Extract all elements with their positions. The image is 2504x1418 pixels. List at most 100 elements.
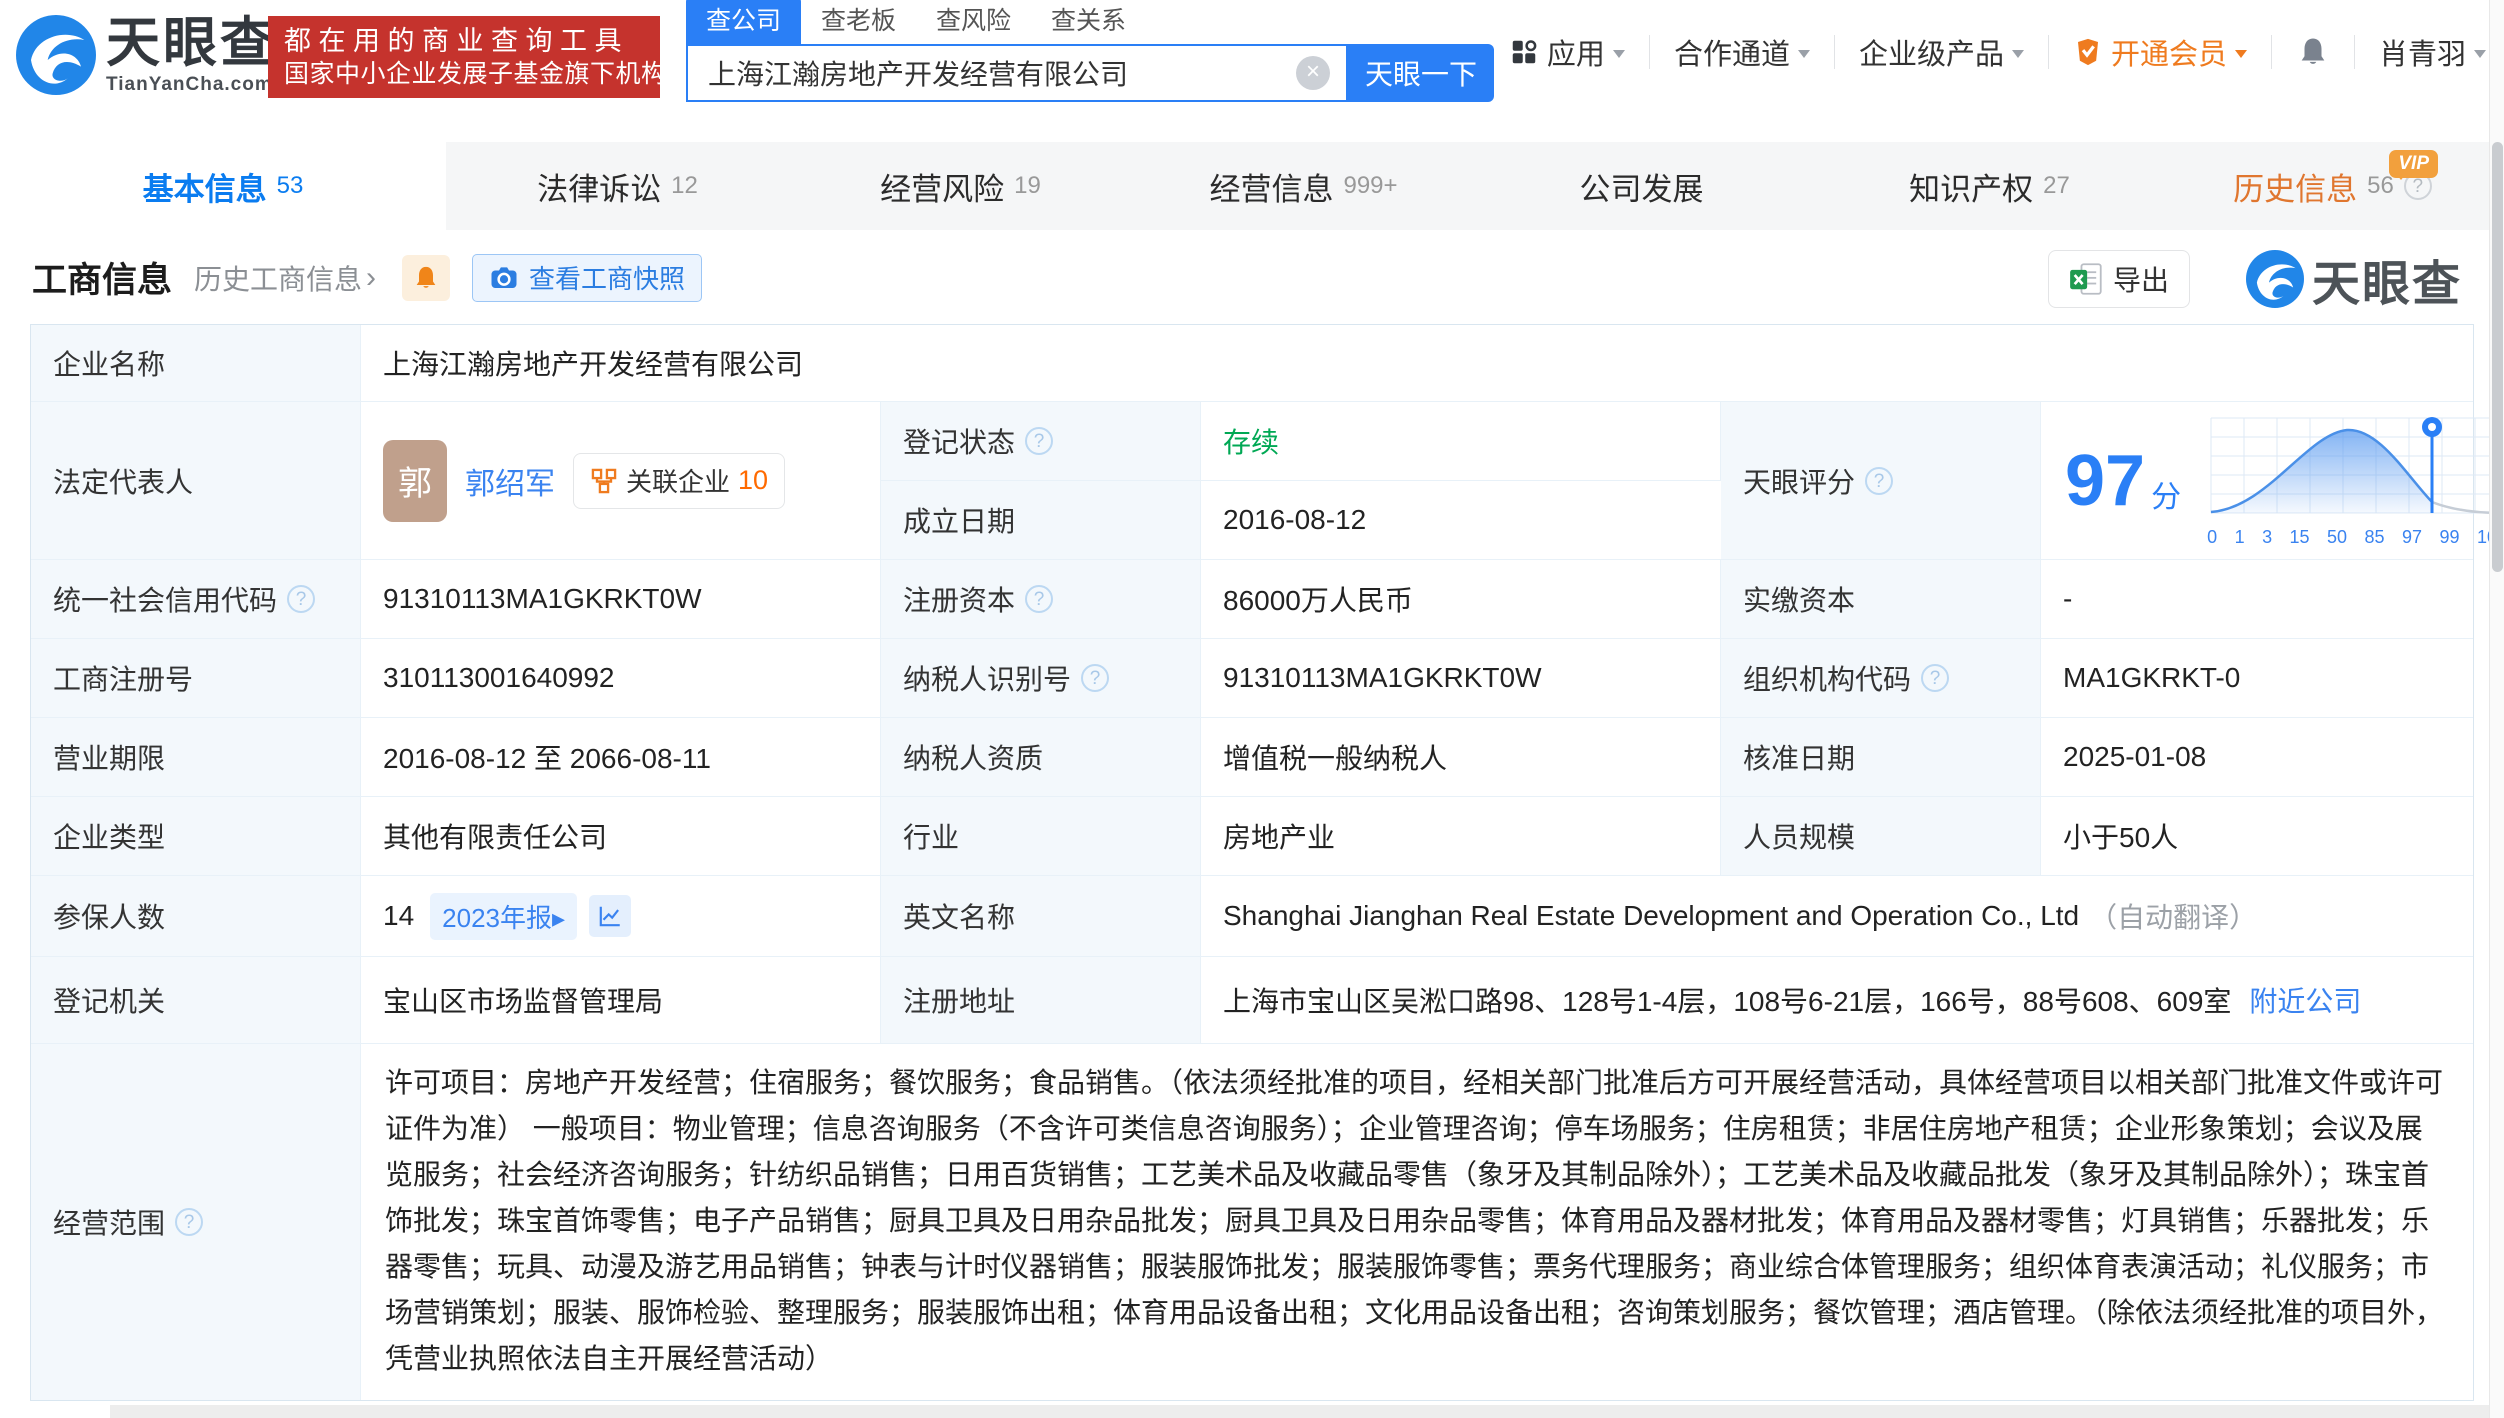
- notification-bell-icon[interactable]: [2296, 35, 2330, 69]
- annual-report-badge[interactable]: 2023年报▸: [430, 892, 578, 940]
- reg-address-value: 上海市宝山区吴淞口路98、128号1-4层，108号6-21层，166号，88号…: [1201, 957, 2473, 1043]
- table-row: 企业类型 其他有限责任公司 行业 房地产业 人员规模 小于50人: [31, 796, 2473, 875]
- reg-capital-label: 注册资本?: [881, 560, 1201, 638]
- logo-title: 天眼查: [106, 13, 277, 73]
- tab-operation-risk[interactable]: 经营风险 19: [789, 142, 1132, 230]
- auto-translate-note: （自动翻译）: [2089, 902, 2258, 933]
- scrollbar-thumb[interactable]: [2492, 142, 2503, 572]
- help-icon[interactable]: ?: [175, 1208, 204, 1236]
- export-button[interactable]: 导出: [2047, 250, 2190, 308]
- legal-rep-name-link[interactable]: 郭绍军: [465, 459, 555, 503]
- vip-crown-icon: [2077, 38, 2098, 66]
- help-icon[interactable]: ?: [1081, 664, 1110, 692]
- org-code-label: 组织机构代码?: [1721, 639, 2041, 717]
- credit-code-label: 统一社会信用代码?: [31, 560, 361, 638]
- camera-icon: [491, 266, 517, 288]
- view-business-snapshot-button[interactable]: 查看工商快照: [472, 253, 703, 302]
- table-row: 登记机关 宝山区市场监督管理局 注册地址 上海市宝山区吴淞口路98、128号1-…: [31, 956, 2473, 1043]
- tab-company-development[interactable]: 公司发展: [1475, 142, 1818, 230]
- tianyancha-logo[interactable]: 天眼查 TianYanCha.com: [16, 14, 277, 96]
- reg-authority-value: 宝山区市场监督管理局: [361, 957, 881, 1043]
- tianyan-score-label: 天眼评分?: [1721, 402, 2041, 559]
- english-name-label: 英文名称: [881, 876, 1201, 956]
- nav-user-account[interactable]: 肖青羽: [2379, 31, 2486, 73]
- chevron-down-icon: [1612, 50, 1625, 64]
- reg-status-value: 存续: [1201, 402, 1721, 480]
- table-row: 法定代表人 郭 郭绍军 关联企业 10 登记状态? 存续 天眼评分? 97 分 …: [31, 401, 2504, 559]
- tab-history-info[interactable]: VIP 历史信息 56 ?: [2161, 142, 2504, 230]
- insured-count-value: 14 2023年报▸: [361, 876, 881, 956]
- table-row: 工商注册号 310113001640992 纳税人识别号? 91310113MA…: [31, 638, 2473, 717]
- company-name-label: 企业名称: [31, 325, 361, 401]
- tianyancha-swirl-icon: [2245, 250, 2304, 308]
- credit-code-value: 91310113MA1GKRKT0W: [361, 560, 881, 638]
- monitor-bell-button[interactable]: [402, 254, 451, 301]
- approval-date-value: 2025-01-08: [2063, 741, 2207, 772]
- search-input[interactable]: 上海江瀚房地产开发经营有限公司 ×: [686, 44, 1348, 102]
- help-icon[interactable]: ?: [287, 585, 316, 613]
- reg-number-label: 工商注册号: [31, 639, 361, 717]
- reg-number-value: 310113001640992: [361, 639, 881, 717]
- divider: [1833, 35, 1835, 69]
- search-tab-boss[interactable]: 查老板: [801, 0, 916, 44]
- business-term-value: 2016-08-12 至 2066-08-11: [361, 718, 881, 796]
- tab-business-info[interactable]: 经营信息 999+: [1132, 142, 1475, 230]
- legal-rep-label: 法定代表人: [31, 402, 361, 559]
- trend-chart-button[interactable]: [589, 895, 632, 937]
- nav-partner[interactable]: 合作通道: [1674, 31, 1810, 73]
- help-icon[interactable]: ?: [1025, 585, 1054, 613]
- nav-enterprise[interactable]: 企业级产品: [1859, 31, 2024, 73]
- approval-date-label: 核准日期: [1721, 718, 2041, 796]
- tianyan-score-value[interactable]: 97 分 0 1 3 15 50 85 97 99: [2041, 402, 2504, 559]
- nav-vip-upgrade[interactable]: 开通会员: [2073, 31, 2247, 73]
- promo-line1: 都在用的商业查询工具: [284, 25, 629, 56]
- divider: [2270, 35, 2272, 69]
- divider: [1648, 35, 1650, 69]
- nearby-companies-link[interactable]: 附近公司: [2249, 980, 2361, 1020]
- paid-capital-label: 实缴资本: [1721, 560, 2041, 638]
- establish-date-value: 2016-08-12: [1201, 480, 1721, 559]
- nav-apps[interactable]: 应用: [1509, 31, 1625, 73]
- chevron-down-icon: [2234, 50, 2247, 64]
- related-companies-button[interactable]: 关联企业 10: [573, 452, 786, 509]
- staff-size-label: 人员规模: [1721, 797, 2041, 875]
- tab-basic-info[interactable]: 基本信息 53: [0, 142, 446, 230]
- clear-icon[interactable]: ×: [1296, 56, 1330, 90]
- excel-icon: [2070, 263, 2102, 295]
- section-title: 工商信息: [32, 261, 173, 300]
- search-tab-relation[interactable]: 查关系: [1031, 0, 1146, 44]
- business-registration-table: 企业名称 上海江瀚房地产开发经营有限公司 法定代表人 郭 郭绍军 关联企业 10…: [30, 324, 2504, 1401]
- chevron-down-icon: [2474, 50, 2486, 64]
- paid-capital-value: -: [2063, 583, 2073, 614]
- help-icon[interactable]: ?: [1025, 427, 1054, 455]
- company-section-tabs: 基本信息 53 法律诉讼 12 经营风险 19 经营信息 999+ 公司发展 知识产权 2…: [0, 142, 2504, 230]
- tab-legal-litigation[interactable]: 法律诉讼 12: [446, 142, 789, 230]
- reg-authority-label: 登记机关: [31, 957, 361, 1043]
- line-chart-icon: [599, 906, 620, 927]
- help-icon[interactable]: ?: [1865, 466, 1894, 495]
- taxpayer-quality-value: 增值税一般纳税人: [1201, 718, 1721, 796]
- legal-rep-avatar[interactable]: 郭: [383, 439, 447, 522]
- logo-subtitle: TianYanCha.com: [106, 74, 273, 95]
- table-row: 经营范围? 许可项目：房地产开发经营；住宿服务；餐饮服务；食品销售。（依法须经批…: [31, 1043, 2473, 1400]
- username: 肖青羽: [2378, 39, 2466, 71]
- search-tabs: 查公司 查老板 查风险 查关系: [686, 0, 1494, 44]
- top-navigation: 应用 合作通道 企业级产品 开通会员 肖青羽: [1509, 0, 2486, 104]
- reg-capital-value: 86000万人民币: [1201, 560, 1721, 638]
- search-value: 上海江瀚房地产开发经营有限公司: [708, 59, 1129, 90]
- history-business-info-link[interactable]: 历史工商信息: [194, 258, 362, 298]
- search-tab-risk[interactable]: 查风险: [916, 0, 1031, 44]
- help-icon[interactable]: ?: [1921, 664, 1950, 692]
- chevron-down-icon: [2011, 50, 2024, 64]
- search-tab-company[interactable]: 查公司: [686, 0, 802, 44]
- tianyancha-watermark: 天眼查: [2245, 244, 2462, 314]
- tab-intellectual-property[interactable]: 知识产权 27: [1818, 142, 2161, 230]
- taxpayer-quality-label: 纳税人资质: [881, 718, 1201, 796]
- taxpayer-id-label: 纳税人识别号?: [881, 639, 1201, 717]
- search-button[interactable]: 天眼一下: [1348, 44, 1494, 102]
- table-row: 营业期限 2016-08-12 至 2066-08-11 纳税人资质 增值税一般…: [31, 717, 2473, 796]
- score-unit: 分: [2151, 480, 2182, 514]
- taxpayer-id-value: 91310113MA1GKRKT0W: [1201, 639, 1721, 717]
- scrollbar[interactable]: [2489, 0, 2504, 1418]
- bell-icon: [416, 266, 436, 288]
